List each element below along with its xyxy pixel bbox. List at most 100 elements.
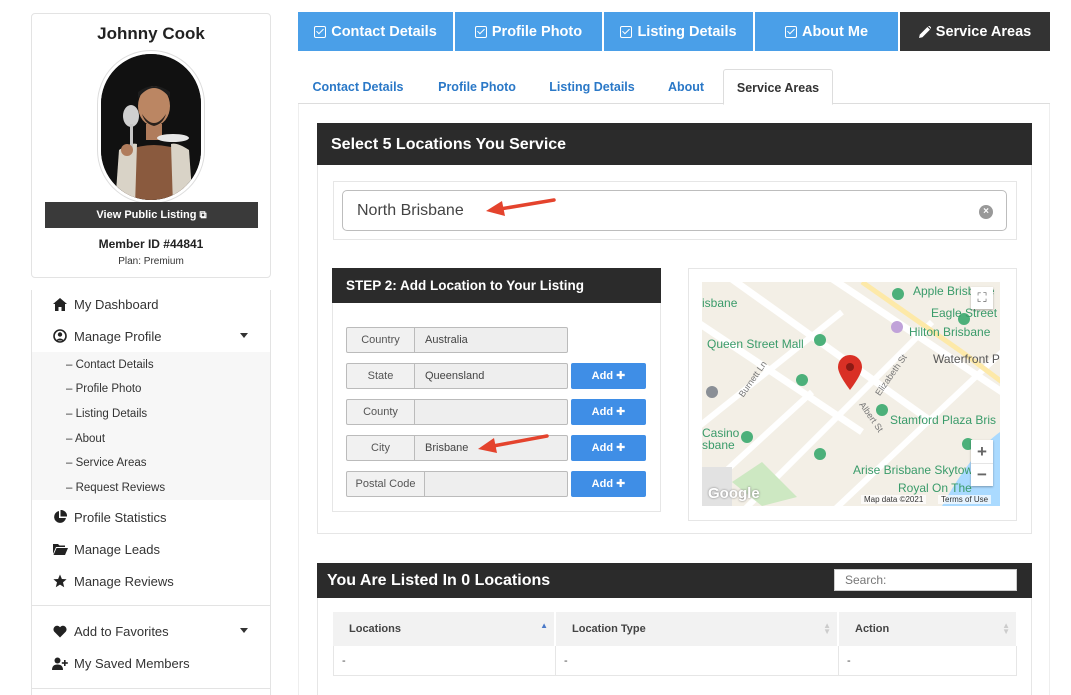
sidebar-item-add-to-favorites[interactable]: Add to Favorites	[32, 617, 270, 645]
column-header-location-type[interactable]: Location Type ▲ ▼	[556, 612, 838, 646]
add-postal-code-button[interactable]: Add ✚	[571, 471, 646, 497]
star-icon	[52, 573, 68, 589]
check-square-icon	[620, 25, 633, 38]
country-label: Country	[346, 327, 415, 353]
location-search-input[interactable]: North Brisbane	[342, 190, 1007, 231]
sub-tab-bar: Contact Details Profile Photo Listing De…	[298, 69, 1050, 105]
top-tab-service-areas[interactable]: Service Areas	[900, 12, 1050, 51]
nav-divider	[32, 605, 270, 606]
zoom-controls: + −	[971, 440, 993, 486]
avatar	[98, 51, 204, 203]
red-arrow-annotation	[486, 198, 556, 216]
sub-tab-contact-details[interactable]: Contact Details	[298, 69, 418, 104]
table-cell: -	[556, 646, 839, 676]
add-state-button[interactable]: Add ✚	[571, 363, 646, 389]
map-data-credit: Map data ©2021	[861, 495, 927, 504]
top-tab-label: Listing Details	[637, 23, 737, 40]
county-label: County	[346, 399, 415, 425]
top-tab-listing-details[interactable]: Listing Details	[604, 12, 753, 51]
submenu-item-service-areas[interactable]: – Service Areas	[66, 457, 147, 469]
sidebar-item-manage-profile[interactable]: Manage Profile	[32, 322, 270, 350]
submenu-item-listing-details[interactable]: – Listing Details	[66, 408, 147, 420]
folder-open-icon	[52, 541, 68, 557]
submenu-item-request-reviews[interactable]: – Request Reviews	[66, 482, 165, 494]
column-header-action[interactable]: Action ▲ ▼	[839, 612, 1017, 646]
state-label: State	[346, 363, 415, 389]
submenu-item-profile-photo[interactable]: – Profile Photo	[66, 383, 141, 395]
top-tab-label: About Me	[801, 23, 869, 40]
sidebar-item-label: Manage Profile	[74, 328, 162, 344]
sidebar-item-label: Profile Statistics	[74, 509, 167, 525]
column-header-label: Location Type	[572, 623, 646, 635]
map-label-queen-street-mall: Queen Street Mall	[707, 337, 804, 351]
red-arrow-annotation	[478, 434, 549, 453]
sub-tab-about[interactable]: About	[652, 69, 720, 104]
sidebar-item-profile-statistics[interactable]: Profile Statistics	[32, 503, 270, 531]
county-field[interactable]	[415, 399, 568, 425]
member-id: Member ID #44841	[98, 237, 204, 251]
sidebar-item-manage-reviews[interactable]: Manage Reviews	[32, 567, 270, 595]
table-cell: -	[333, 646, 556, 676]
top-tab-contact-details[interactable]: Contact Details	[298, 12, 453, 51]
sidebar-item-manage-leads[interactable]: Manage Leads	[32, 535, 270, 563]
sidebar-item-my-dashboard[interactable]: My Dashboard	[32, 290, 270, 318]
country-field[interactable]: Australia	[415, 327, 568, 353]
map-terms-link[interactable]: Terms of Use	[938, 495, 992, 504]
select-locations-heading: Select 5 Locations You Service	[317, 123, 1032, 165]
postal-code-field[interactable]	[425, 471, 568, 497]
manage-profile-submenu: – Contact Details – Profile Photo – List…	[32, 352, 270, 500]
sidebar-item-label: Add to Favorites	[74, 623, 169, 639]
top-tab-label: Service Areas	[935, 23, 1032, 40]
map-label-royal: Royal On The	[898, 481, 972, 495]
profile-card: Johnny Cook View Public Listing ⧉ Member …	[31, 13, 271, 278]
top-tab-label: Contact Details	[331, 23, 437, 40]
sub-tab-listing-details[interactable]: Listing Details	[536, 69, 648, 104]
state-field[interactable]: Queensland	[415, 363, 568, 389]
sub-tab-profile-photo[interactable]: Profile Photo	[422, 69, 532, 104]
top-tab-label: Profile Photo	[491, 23, 583, 40]
user-plus-icon	[52, 655, 68, 671]
submenu-item-contact-details[interactable]: – Contact Details	[66, 359, 154, 371]
heart-icon	[52, 623, 68, 639]
city-label: City	[346, 435, 415, 461]
zoom-out-button[interactable]: −	[971, 463, 993, 486]
fullscreen-icon[interactable]: ⛶	[971, 287, 993, 309]
column-header-label: Action	[855, 623, 890, 635]
map-label-casino: Casino sbane	[702, 426, 740, 452]
location-map[interactable]: Apple Brisbane Eagle Street Hilton Brisb…	[702, 282, 1000, 506]
column-header-label: Locations	[349, 623, 401, 635]
submenu-item-about[interactable]: – About	[66, 433, 105, 445]
view-public-listing-label: View Public Listing	[96, 209, 197, 221]
map-label-waterfront: Waterfront P	[933, 352, 1000, 366]
view-public-listing-button[interactable]: View Public Listing ⧉	[45, 202, 258, 228]
table-search-input[interactable]: Search:	[834, 569, 1017, 591]
add-county-button[interactable]: Add ✚	[571, 399, 646, 425]
add-city-button[interactable]: Add ✚	[571, 435, 646, 461]
map-label-hilton: Hilton Brisbane	[909, 325, 991, 339]
caret-down-icon[interactable]	[240, 628, 248, 633]
step2-heading: STEP 2: Add Location to Your Listing	[332, 268, 661, 303]
sidebar-nav: My Dashboard Manage Profile – Contact De…	[31, 290, 271, 695]
clear-icon[interactable]: ×	[979, 205, 993, 219]
external-link-icon: ⧉	[199, 210, 207, 221]
postal-code-label: Postal Code	[346, 471, 425, 497]
column-header-locations[interactable]: Locations ▲	[333, 612, 555, 646]
pie-chart-icon	[52, 509, 68, 525]
sub-tab-service-areas[interactable]: Service Areas	[723, 69, 833, 105]
sidebar-item-label: My Dashboard	[74, 296, 159, 312]
top-tab-profile-photo[interactable]: Profile Photo	[455, 12, 602, 51]
sidebar-item-label: My Saved Members	[74, 655, 190, 671]
check-square-icon	[314, 25, 327, 38]
sidebar-item-my-saved-members[interactable]: My Saved Members	[32, 649, 270, 677]
caret-down-icon[interactable]	[240, 333, 248, 338]
map-label-arise: Arise Brisbane Skytow	[853, 463, 974, 477]
user-circle-icon	[52, 328, 68, 344]
zoom-in-button[interactable]: +	[971, 440, 993, 463]
pencil-icon	[918, 25, 931, 38]
sidebar-item-label: Manage Leads	[74, 541, 161, 557]
profile-name: Johnny Cook	[97, 24, 205, 43]
map-label-isbane: isbane	[702, 296, 738, 310]
check-square-icon	[784, 25, 797, 38]
sort-icon: ▲ ▼	[823, 621, 831, 636]
top-tab-about-me[interactable]: About Me	[755, 12, 898, 51]
